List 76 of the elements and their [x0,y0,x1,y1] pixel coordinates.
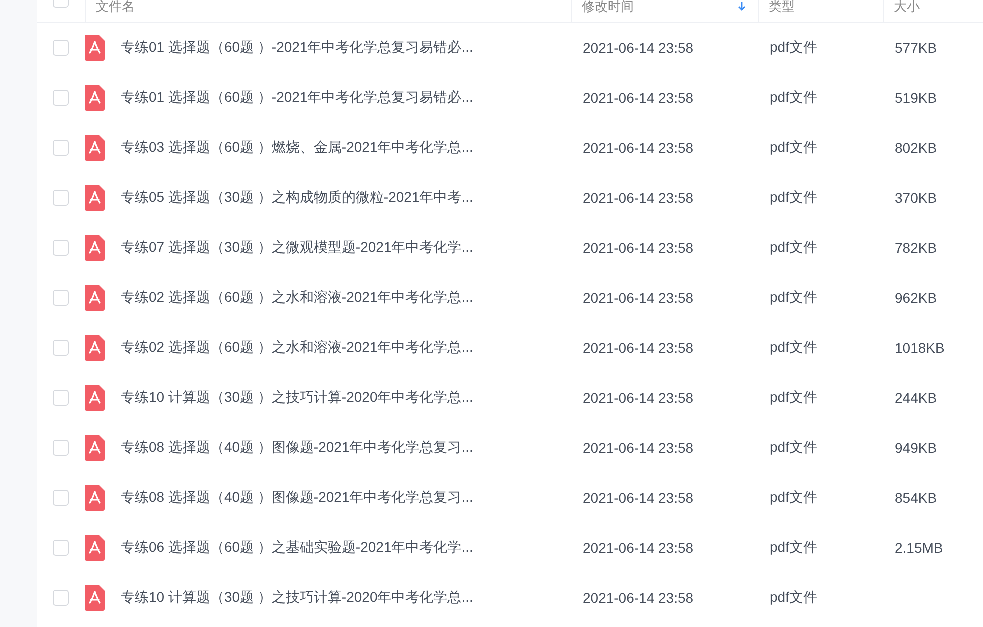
file-type: pdf文件 [770,589,818,607]
file-name[interactable]: 专练07 选择题（30题 ）之微观模型题-2021年中考化学... [121,239,474,257]
pdf-file-icon [85,485,105,511]
file-type: pdf文件 [770,289,818,307]
modified-time: 2021-06-14 23:58 [583,340,694,356]
row-checkbox[interactable] [53,440,69,456]
row-checkbox[interactable] [53,290,69,306]
row-checkbox[interactable] [53,140,69,156]
pdf-file-icon [85,135,105,161]
pdf-file-icon [85,385,105,411]
file-name[interactable]: 专练06 选择题（60题 ）之基础实验题-2021年中考化学... [121,539,474,557]
file-size: 782KB [895,240,938,256]
pdf-file-icon [85,285,105,311]
file-name[interactable]: 专练03 选择题（60题 ）燃烧、金属-2021年中考化学总... [121,139,474,157]
row-checkbox[interactable] [53,390,69,406]
file-type: pdf文件 [770,39,818,57]
file-name[interactable]: 专练10 计算题（30题 ）之技巧计算-2020年中考化学总... [121,589,474,607]
file-size: 519KB [895,90,938,106]
file-type: pdf文件 [770,139,818,157]
file-type: pdf文件 [770,439,818,457]
file-type: pdf文件 [770,339,818,357]
file-size: 949KB [895,440,938,456]
file-name[interactable]: 专练08 选择题（40题 ）图像题-2021年中考化学总复习... [121,439,474,457]
file-name[interactable]: 专练01 选择题（60题 ）-2021年中考化学总复习易错必... [121,39,474,57]
pdf-file-icon [85,235,105,261]
row-checkbox[interactable] [53,40,69,56]
file-size: 1018KB [895,340,945,356]
pdf-file-icon [85,585,105,611]
row-checkbox[interactable] [53,190,69,206]
file-name[interactable]: 专练02 选择题（60题 ）之水和溶液-2021年中考化学总... [121,289,474,307]
row-checkbox[interactable] [53,340,69,356]
file-name[interactable]: 专练01 选择题（60题 ）-2021年中考化学总复习易错必... [121,89,474,107]
file-size: 802KB [895,140,938,156]
pdf-file-icon [85,85,105,111]
modified-time: 2021-06-14 23:58 [583,90,694,106]
row-checkbox[interactable] [53,90,69,106]
modified-time: 2021-06-14 23:58 [583,590,694,606]
file-size: 854KB [895,490,938,506]
pdf-file-icon [85,535,105,561]
file-name[interactable]: 专练02 选择题（60题 ）之水和溶液-2021年中考化学总... [121,339,474,357]
pdf-file-icon [85,435,105,461]
pdf-file-icon [85,35,105,61]
column-header[interactable]: 修改时间 [582,0,634,14]
modified-time: 2021-06-14 23:58 [583,540,694,556]
modified-time: 2021-06-14 23:58 [583,190,694,206]
file-size: 244KB [895,390,938,406]
file-size: 2.15MB [895,540,944,556]
modified-time: 2021-06-14 23:58 [583,490,694,506]
file-name[interactable]: 专练08 选择题（40题 ）图像题-2021年中考化学总复习... [121,489,474,507]
modified-time: 2021-06-14 23:58 [583,390,694,406]
sort-arrow-icon[interactable] [738,2,746,12]
file-type: pdf文件 [770,539,818,557]
file-type: pdf文件 [770,489,818,507]
modified-time: 2021-06-14 23:58 [583,40,694,56]
file-type: pdf文件 [770,189,818,207]
modified-time: 2021-06-14 23:58 [583,290,694,306]
file-type: pdf文件 [770,89,818,107]
row-checkbox[interactable] [53,490,69,506]
row-checkbox[interactable] [53,540,69,556]
row-checkbox[interactable] [53,590,69,606]
modified-time: 2021-06-14 23:58 [583,440,694,456]
file-name[interactable]: 专练05 选择题（30题 ）之构成物质的微粒-2021年中考... [121,189,474,207]
pdf-file-icon [85,185,105,211]
row-checkbox[interactable] [53,240,69,256]
pdf-file-icon [85,335,105,361]
column-header[interactable]: 类型 [769,0,795,14]
file-name[interactable]: 专练10 计算题（30题 ）之技巧计算-2020年中考化学总... [121,389,474,407]
column-header[interactable]: 大小 [894,0,920,14]
modified-time: 2021-06-14 23:58 [583,140,694,156]
file-type: pdf文件 [770,239,818,257]
column-header[interactable]: 文件名 [96,0,135,14]
file-size: 370KB [895,190,938,206]
file-size: 577KB [895,40,938,56]
modified-time: 2021-06-14 23:58 [583,240,694,256]
file-size: 962KB [895,290,938,306]
file-type: pdf文件 [770,389,818,407]
